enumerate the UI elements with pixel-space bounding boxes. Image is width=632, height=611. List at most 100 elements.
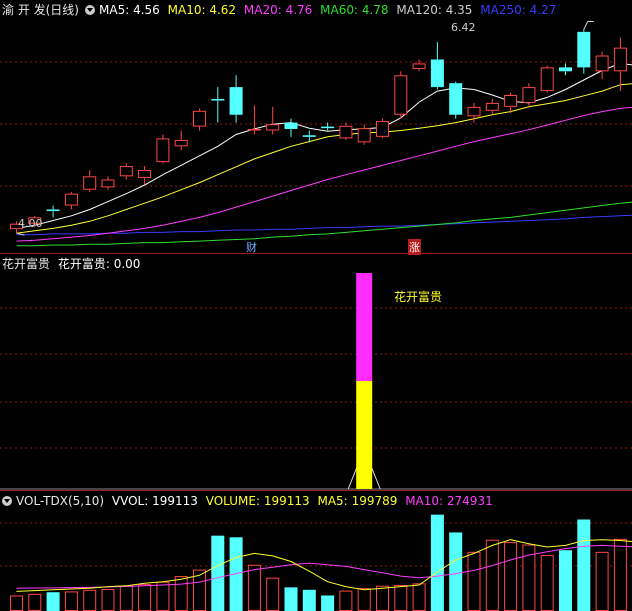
volume-bar bbox=[449, 532, 463, 611]
dropdown-circle-icon[interactable] bbox=[2, 496, 12, 506]
candle-body bbox=[83, 176, 97, 190]
vvol-label: VVOL: 199113 bbox=[111, 494, 198, 508]
vol-ma5-line bbox=[16, 539, 632, 592]
volume-bar bbox=[339, 590, 353, 611]
candle-body bbox=[321, 126, 335, 129]
volume-bar bbox=[412, 583, 426, 611]
rise-marker[interactable]: 涨 bbox=[408, 239, 421, 255]
volume-bar bbox=[101, 588, 115, 611]
volume-bar bbox=[174, 576, 188, 611]
candle-body bbox=[339, 125, 353, 139]
volume-bar bbox=[321, 595, 335, 611]
price-panel[interactable]: 渝 开 发(日线) MA5: 4.56 MA10: 4.62 MA20: 4.76… bbox=[0, 0, 632, 255]
high-marker-arrow bbox=[583, 20, 594, 30]
ma5-label: MA5: 4.56 bbox=[99, 3, 160, 17]
candle-body bbox=[229, 87, 243, 115]
volume-bar bbox=[46, 592, 60, 611]
signal-bar-top bbox=[356, 273, 373, 381]
candle-body bbox=[266, 124, 280, 131]
indicator-panel[interactable]: 花开富贵 花开富贵: 0.00 花开富贵 bbox=[0, 254, 632, 490]
vol-ma10-line bbox=[16, 544, 632, 589]
volume-bar bbox=[138, 584, 152, 611]
candle-body bbox=[156, 138, 170, 163]
candle-body bbox=[302, 135, 316, 137]
price-chart[interactable] bbox=[0, 0, 632, 253]
volume-bar bbox=[156, 581, 170, 611]
volume-bar bbox=[64, 591, 78, 611]
finance-marker[interactable]: 财 bbox=[246, 239, 257, 255]
ma250-line bbox=[16, 214, 632, 236]
vol-ma10-label: MA10: 274931 bbox=[405, 494, 493, 508]
signal-bar-bottom bbox=[356, 381, 373, 489]
ma10-label: MA10: 4.62 bbox=[167, 3, 237, 17]
volume-bar bbox=[28, 593, 42, 611]
candle-body bbox=[64, 193, 78, 206]
candle-body bbox=[504, 95, 518, 107]
volume-title: VOL-TDX(5,10) bbox=[16, 494, 105, 508]
candle-body bbox=[559, 67, 572, 72]
candle-body bbox=[46, 209, 60, 212]
candle-body bbox=[138, 170, 152, 178]
candle-body bbox=[522, 87, 536, 103]
candle-body bbox=[247, 128, 261, 131]
candle-body bbox=[357, 128, 371, 143]
candle-body bbox=[577, 31, 591, 68]
signal-bar-label: 花开富贵 bbox=[394, 290, 443, 304]
candle-body bbox=[284, 122, 298, 129]
volume-bar bbox=[595, 551, 609, 611]
indicator-value-label: 花开富贵: 0.00 bbox=[57, 257, 141, 271]
ma60-label: MA60: 4.78 bbox=[320, 3, 389, 17]
volume-bar bbox=[211, 535, 225, 611]
ma250-label: MA250: 4.27 bbox=[480, 3, 557, 17]
candle-body bbox=[430, 59, 444, 88]
vol-ma5-label: MA5: 199789 bbox=[317, 494, 398, 508]
volume-bar bbox=[376, 585, 389, 611]
candle-body bbox=[540, 67, 554, 92]
candle-body bbox=[485, 102, 499, 111]
candle-body bbox=[595, 55, 609, 72]
low-price-label: 4.00 bbox=[18, 217, 43, 230]
candle-body bbox=[174, 140, 188, 147]
candle-body bbox=[394, 75, 408, 115]
volume-bar bbox=[430, 514, 444, 611]
volume-bar bbox=[302, 589, 316, 611]
volume-bar bbox=[485, 539, 499, 611]
ma10-line bbox=[16, 83, 632, 234]
ma5-line bbox=[16, 62, 632, 229]
ma60-line bbox=[16, 201, 632, 247]
volume-bar bbox=[467, 551, 481, 611]
volume-bar bbox=[504, 542, 518, 611]
volume-bar bbox=[357, 588, 371, 611]
candle-body bbox=[211, 98, 225, 101]
candle-body bbox=[613, 47, 627, 72]
volume-bar bbox=[83, 589, 97, 611]
indicator-chart[interactable] bbox=[0, 254, 632, 490]
candle-body bbox=[119, 166, 133, 177]
candle-body bbox=[193, 110, 206, 127]
volume-bar bbox=[613, 538, 627, 611]
ma20-label: MA20: 4.76 bbox=[243, 3, 313, 17]
indicator-header: 花开富贵 花开富贵: 0.00 bbox=[2, 257, 144, 271]
dropdown-circle-icon[interactable] bbox=[85, 5, 95, 15]
indicator-title: 花开富贵 bbox=[2, 257, 51, 271]
volume-label: VOLUME: 199113 bbox=[205, 494, 310, 508]
volume-bar bbox=[119, 585, 133, 611]
candle-body bbox=[412, 63, 426, 69]
price-header: 渝 开 发(日线) MA5: 4.56 MA10: 4.62 MA20: 4.76… bbox=[2, 3, 560, 17]
volume-bar bbox=[247, 564, 261, 611]
ma120-label: MA120: 4.35 bbox=[396, 3, 473, 17]
volume-bar bbox=[577, 519, 591, 611]
volume-bar bbox=[284, 587, 298, 611]
volume-bar bbox=[559, 550, 572, 611]
volume-chart[interactable] bbox=[0, 491, 632, 611]
volume-header: VOL-TDX(5,10) VVOL: 199113 VOLUME: 19911… bbox=[2, 494, 497, 508]
volume-bar bbox=[266, 577, 280, 611]
candle-body bbox=[449, 83, 463, 115]
candle-body bbox=[467, 106, 481, 117]
volume-bar bbox=[540, 555, 554, 611]
stock-title: 渝 开 发(日线) bbox=[2, 3, 79, 17]
volume-panel[interactable]: VOL-TDX(5,10) VVOL: 199113 VOLUME: 19911… bbox=[0, 491, 632, 611]
volume-bar bbox=[10, 595, 23, 611]
high-price-label: 6.42 bbox=[451, 21, 476, 34]
candle-body bbox=[101, 179, 115, 188]
